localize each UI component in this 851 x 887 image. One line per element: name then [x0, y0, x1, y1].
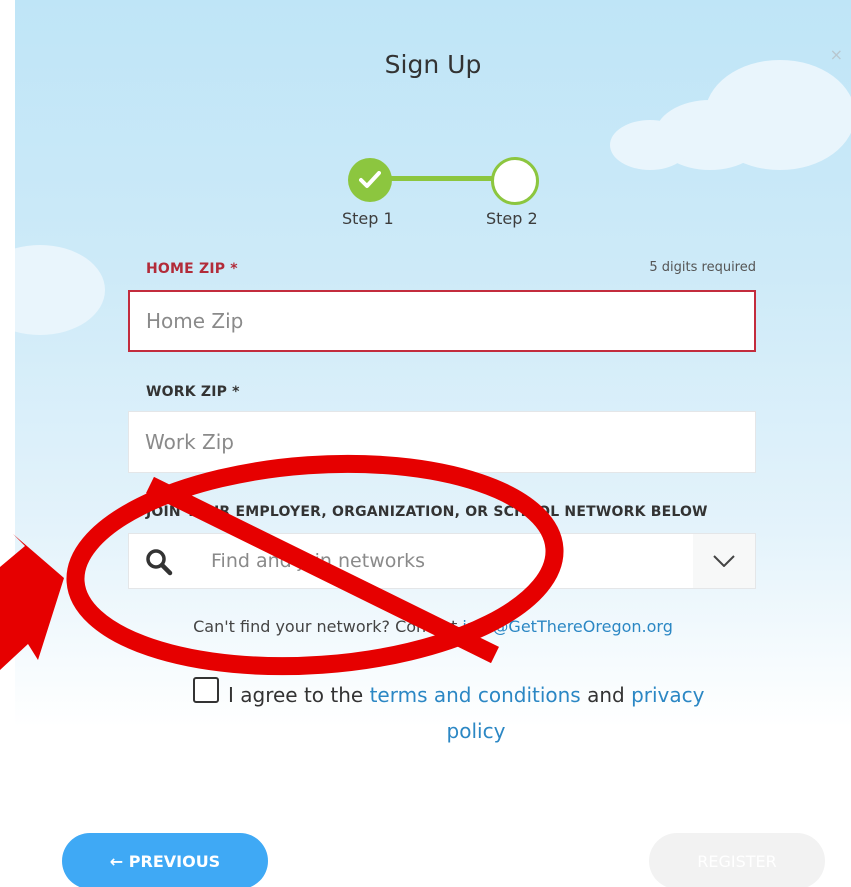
- annotation-slash: [146, 476, 499, 664]
- annotation-arrow: [0, 534, 64, 670]
- annotation-overlay: [0, 454, 564, 676]
- prohibition-annotation: [66, 454, 564, 676]
